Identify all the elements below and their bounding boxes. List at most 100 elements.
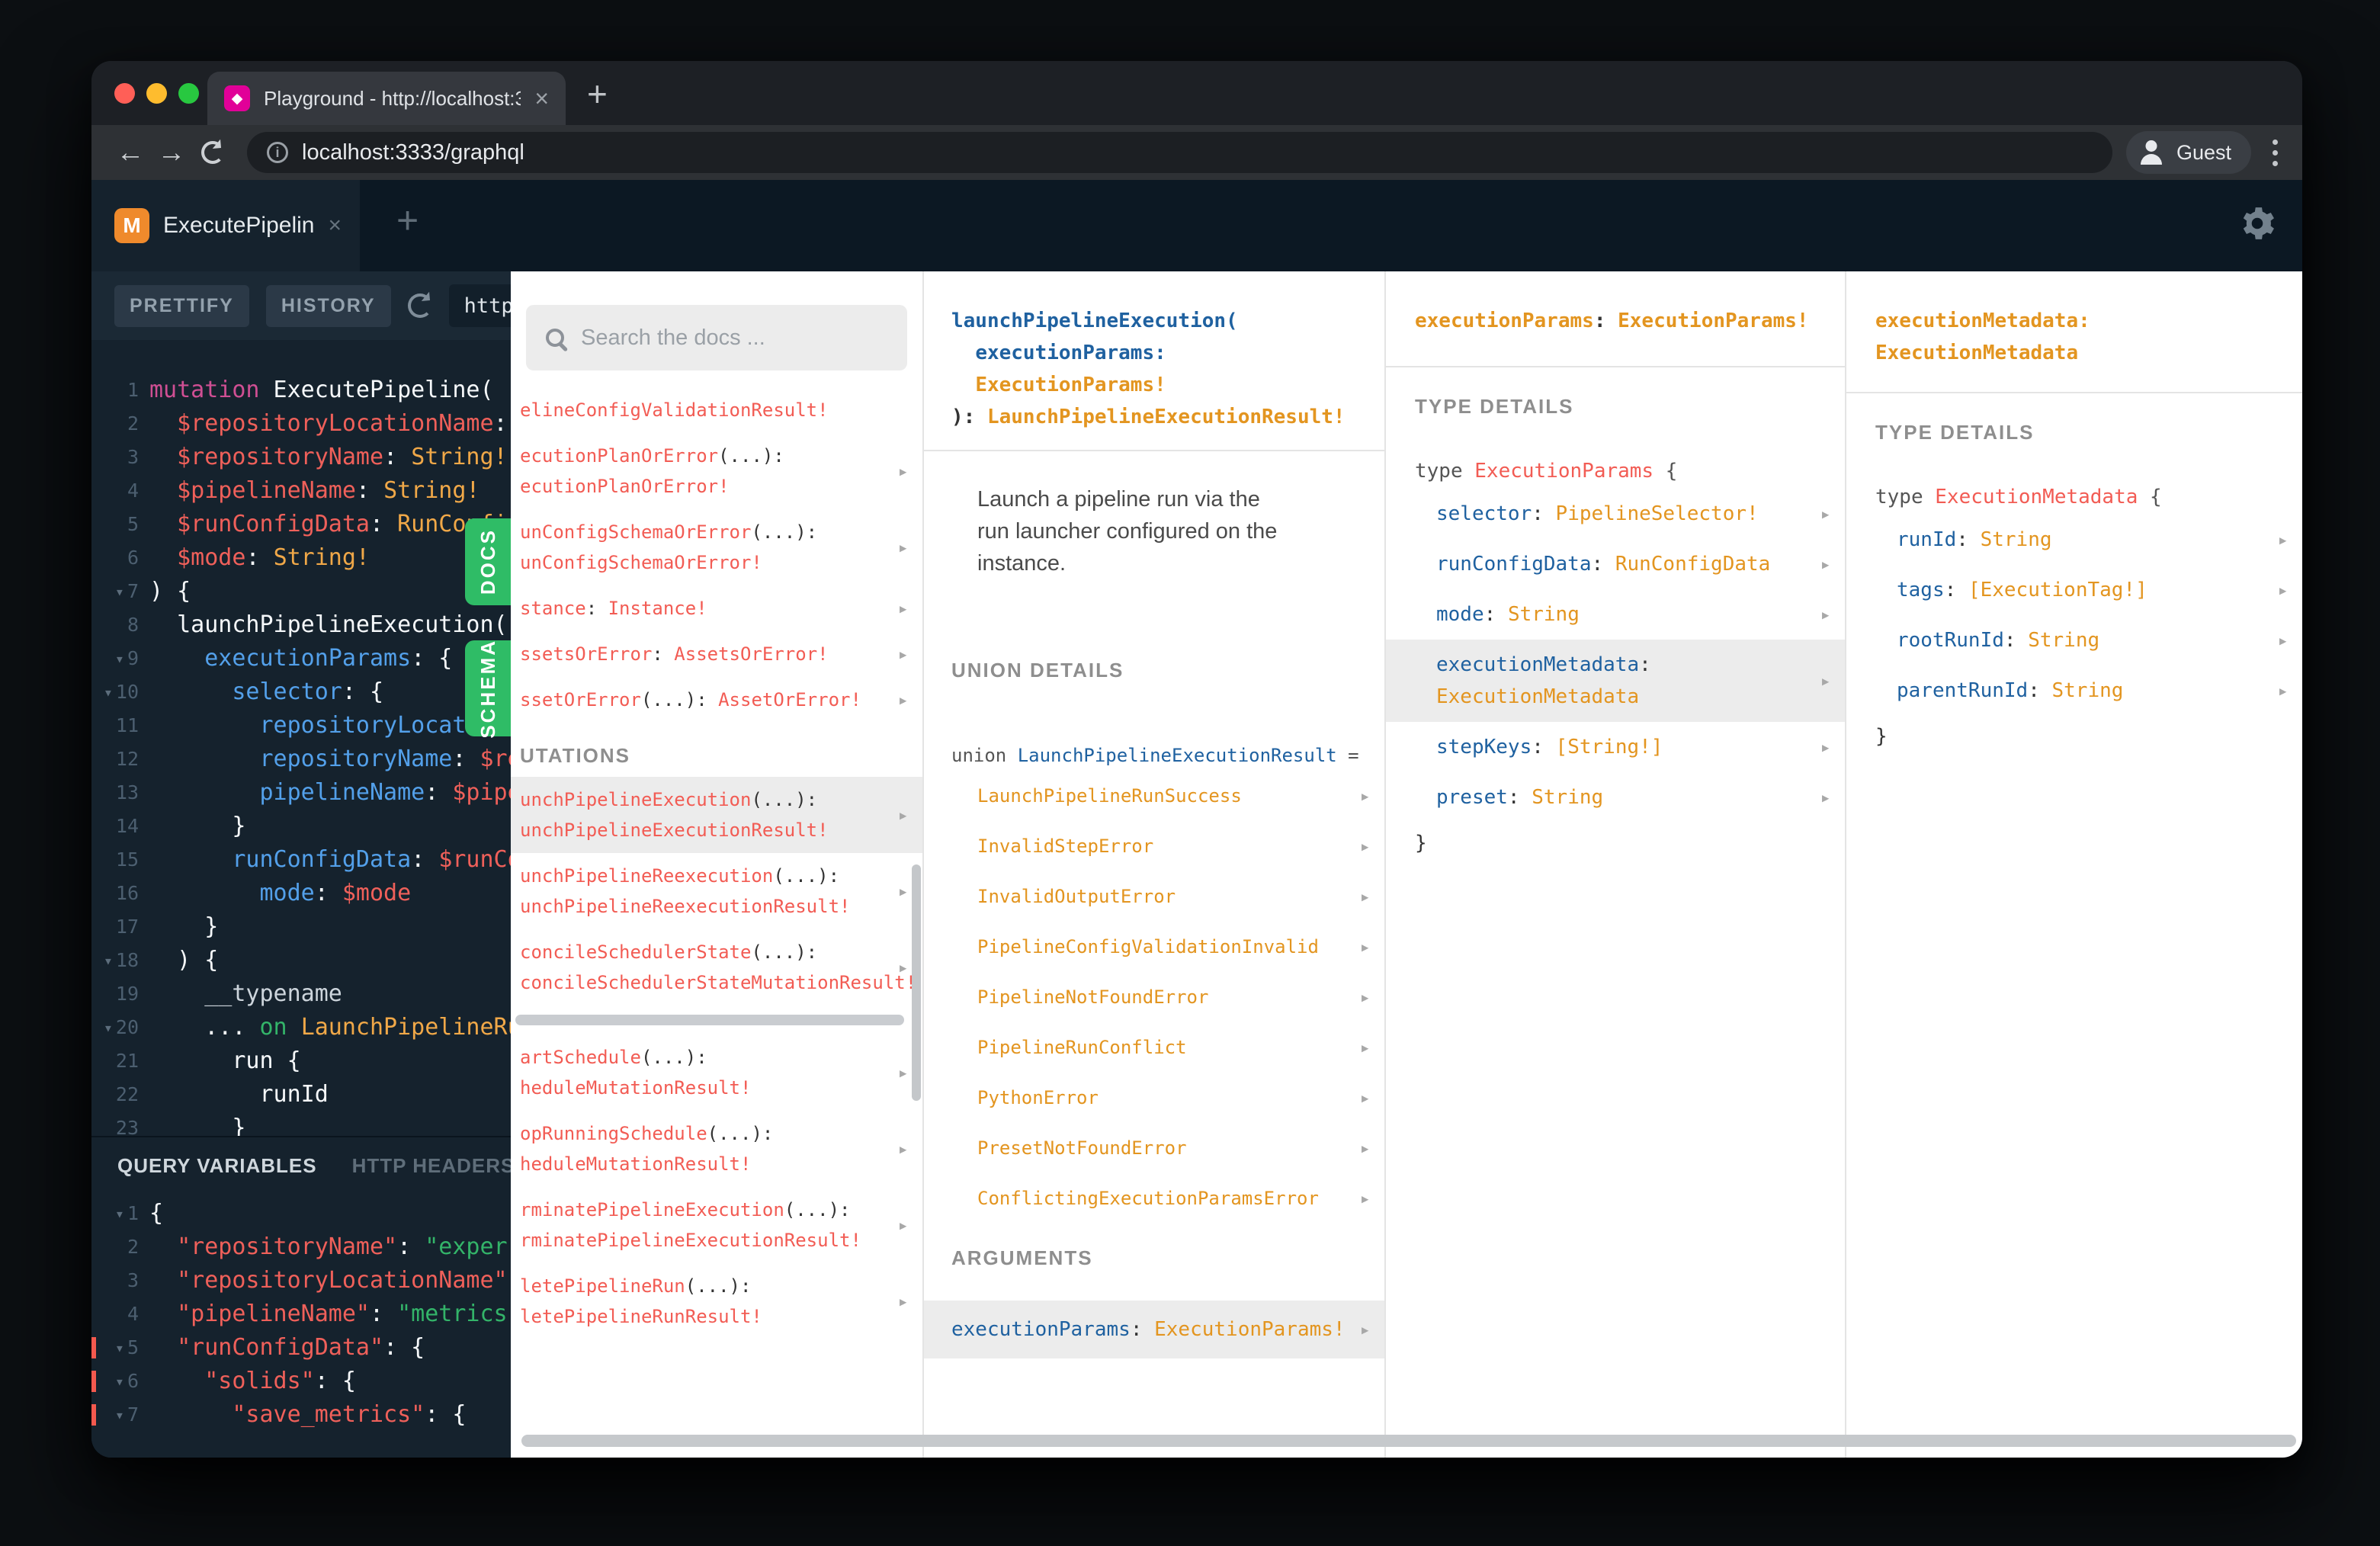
- type-field-row[interactable]: parentRunId: String: [1846, 666, 2302, 716]
- tab-http-headers[interactable]: HTTP HEADERS: [352, 1154, 511, 1178]
- code-line[interactable]: 20 ... on LaunchPipelineRunSuccess: [91, 1011, 511, 1044]
- type-field-row[interactable]: stepKeys: [String!]: [1386, 722, 1845, 772]
- union-member[interactable]: ConflictingExecutionParamsError: [924, 1173, 1384, 1224]
- union-member[interactable]: InvalidStepError: [924, 821, 1384, 871]
- union-member[interactable]: PythonError: [924, 1073, 1384, 1123]
- browser-menu-button[interactable]: [2266, 133, 2284, 172]
- type-field-row[interactable]: executionMetadata: ExecutionMetadata: [1386, 640, 1845, 722]
- code-line[interactable]: 1{: [91, 1197, 511, 1230]
- code-line[interactable]: 2 $repositoryLocationName:: [91, 407, 511, 441]
- code-line[interactable]: 5 $runConfigData: RunConfigData!: [91, 508, 511, 541]
- code-line[interactable]: 11 repositoryLocationName: $repositoryLo…: [91, 709, 511, 743]
- docs-list-item[interactable]: ssetsOrError: AssetsOrError!: [511, 631, 922, 677]
- horizontal-scrollbar[interactable]: [515, 1015, 904, 1025]
- union-member[interactable]: LaunchPipelineRunSuccess: [924, 771, 1384, 821]
- maximize-window-button[interactable]: [178, 83, 199, 104]
- prettify-button[interactable]: PRETTIFY: [114, 284, 249, 327]
- code-line[interactable]: 5 "runConfigData": {: [91, 1331, 511, 1365]
- tab-close-icon[interactable]: [534, 86, 549, 111]
- argument-row[interactable]: executionParams: ExecutionParams!: [924, 1301, 1384, 1358]
- type-field-row[interactable]: runConfigData: RunConfigData: [1386, 539, 1845, 589]
- vertical-scrollbar[interactable]: [912, 864, 921, 1101]
- code-line[interactable]: 9 executionParams: {: [91, 642, 511, 675]
- type-field-row[interactable]: rootRunId: String: [1846, 615, 2302, 666]
- reload-button[interactable]: [192, 132, 233, 173]
- fold-arrow-icon[interactable]: [104, 675, 113, 709]
- address-bar[interactable]: localhost:3333/graphql: [247, 132, 2112, 173]
- fold-arrow-icon[interactable]: [115, 642, 124, 675]
- settings-gear-icon[interactable]: [2238, 204, 2276, 242]
- code-line[interactable]: 3 $repositoryName: String!: [91, 441, 511, 474]
- code-line[interactable]: 4 "pipelineName": "metrics: [91, 1297, 511, 1331]
- code-line[interactable]: 17 }: [91, 910, 511, 944]
- docs-list-item[interactable]: artSchedule(...): heduleMutationResult!: [511, 1034, 922, 1111]
- docs-list-item[interactable]: ssetOrError(...): AssetOrError!: [511, 677, 922, 723]
- code-line[interactable]: 10 selector: {: [91, 675, 511, 709]
- session-tab[interactable]: M ExecutePipeline: [91, 180, 360, 271]
- code-line[interactable]: 6 "solids": {: [91, 1365, 511, 1398]
- type-field-row[interactable]: mode: String: [1386, 589, 1845, 640]
- code-line[interactable]: 3 "repositoryLocationName": [91, 1264, 511, 1297]
- docs-list-item[interactable]: elineConfigValidationResult!: [511, 387, 922, 433]
- code-line[interactable]: 1 mutation ExecutePipeline(: [91, 374, 511, 407]
- type-field-row[interactable]: selector: PipelineSelector!: [1386, 489, 1845, 539]
- docs-list-item[interactable]: unchPipelineExecution(...): unchPipelineE…: [511, 777, 922, 853]
- code-line[interactable]: 14 }: [91, 810, 511, 843]
- code-line[interactable]: 7) {: [91, 575, 511, 608]
- fold-arrow-icon[interactable]: [115, 1331, 124, 1365]
- new-session-button[interactable]: [396, 201, 419, 239]
- code-line[interactable]: 19 __typename: [91, 977, 511, 1011]
- code-line[interactable]: 4 $pipelineName: String!: [91, 474, 511, 508]
- docs-list-item[interactable]: stance: Instance!: [511, 585, 922, 631]
- code-line[interactable]: 8 launchPipelineExecution(: [91, 608, 511, 642]
- history-button[interactable]: HISTORY: [265, 284, 391, 327]
- code-line[interactable]: 22 runId: [91, 1078, 511, 1111]
- docs-list-item[interactable]: unchPipelineReexecution(...): unchPipelin…: [511, 853, 922, 929]
- session-close-icon[interactable]: [328, 213, 342, 238]
- union-member[interactable]: InvalidOutputError: [924, 871, 1384, 922]
- type-field-row[interactable]: preset: String: [1386, 772, 1845, 823]
- union-member[interactable]: PipelineConfigValidationInvalid: [924, 922, 1384, 972]
- profile-button[interactable]: Guest: [2125, 131, 2251, 174]
- docs-list-item[interactable]: unConfigSchemaOrError(...): unConfigSchem…: [511, 509, 922, 585]
- close-window-button[interactable]: [114, 83, 135, 104]
- site-info-icon[interactable]: [267, 142, 288, 163]
- query-editor[interactable]: 1 mutation ExecutePipeline(2 $repositoryL…: [91, 340, 511, 1136]
- fold-arrow-icon[interactable]: [115, 1197, 124, 1230]
- endpoint-input[interactable]: http://loc: [448, 284, 511, 327]
- code-line[interactable]: 13 pipelineName: $pipelineName: [91, 776, 511, 810]
- code-line[interactable]: 18 ) {: [91, 944, 511, 977]
- docs-list-item[interactable]: opRunningSchedule(...): heduleMutationRes…: [511, 1111, 922, 1187]
- refresh-schema-icon[interactable]: [407, 293, 432, 318]
- code-line[interactable]: 15 runConfigData: $runConfigData: [91, 843, 511, 877]
- horizontal-scrollbar[interactable]: [521, 1435, 2296, 1447]
- new-tab-button[interactable]: [587, 76, 608, 111]
- schema-tab[interactable]: SCHEMA: [465, 639, 511, 738]
- minimize-window-button[interactable]: [146, 83, 167, 104]
- union-member[interactable]: PipelineNotFoundError: [924, 972, 1384, 1022]
- forward-button[interactable]: [151, 132, 192, 173]
- back-button[interactable]: [110, 132, 151, 173]
- code-line[interactable]: 21 run {: [91, 1044, 511, 1078]
- code-line[interactable]: 6 $mode: String!: [91, 541, 511, 575]
- tab-query-variables[interactable]: QUERY VARIABLES: [117, 1154, 317, 1178]
- type-field-row[interactable]: runId: String: [1846, 515, 2302, 565]
- fold-arrow-icon[interactable]: [115, 575, 124, 608]
- docs-list-item[interactable]: rminatePipelineExecution(...): rminatePip…: [511, 1187, 922, 1263]
- docs-list-item[interactable]: letePipelineRun(...): letePipelineRunResu…: [511, 1263, 922, 1339]
- fold-arrow-icon[interactable]: [115, 1398, 124, 1432]
- code-line[interactable]: 2 "repositoryName": "exper: [91, 1230, 511, 1264]
- fold-arrow-icon[interactable]: [115, 1365, 124, 1398]
- browser-tab[interactable]: Playground - http://localhost:3: [207, 72, 566, 125]
- fold-arrow-icon[interactable]: [104, 944, 113, 977]
- fold-arrow-icon[interactable]: [104, 1011, 113, 1044]
- type-field-row[interactable]: tags: [ExecutionTag!]: [1846, 565, 2302, 615]
- union-member[interactable]: PipelineRunConflict: [924, 1022, 1384, 1073]
- docs-list-item[interactable]: concileSchedulerState(...): concileSchedu…: [511, 929, 922, 1006]
- code-line[interactable]: 16 mode: $mode: [91, 877, 511, 910]
- variables-editor[interactable]: 1{2 "repositoryName": "exper3 "repositor…: [91, 1194, 511, 1432]
- code-line[interactable]: 12 repositoryName: $repositoryName: [91, 743, 511, 776]
- docs-tab[interactable]: DOCS: [465, 518, 511, 605]
- code-line[interactable]: 23 }: [91, 1111, 511, 1136]
- union-member[interactable]: PresetNotFoundError: [924, 1123, 1384, 1173]
